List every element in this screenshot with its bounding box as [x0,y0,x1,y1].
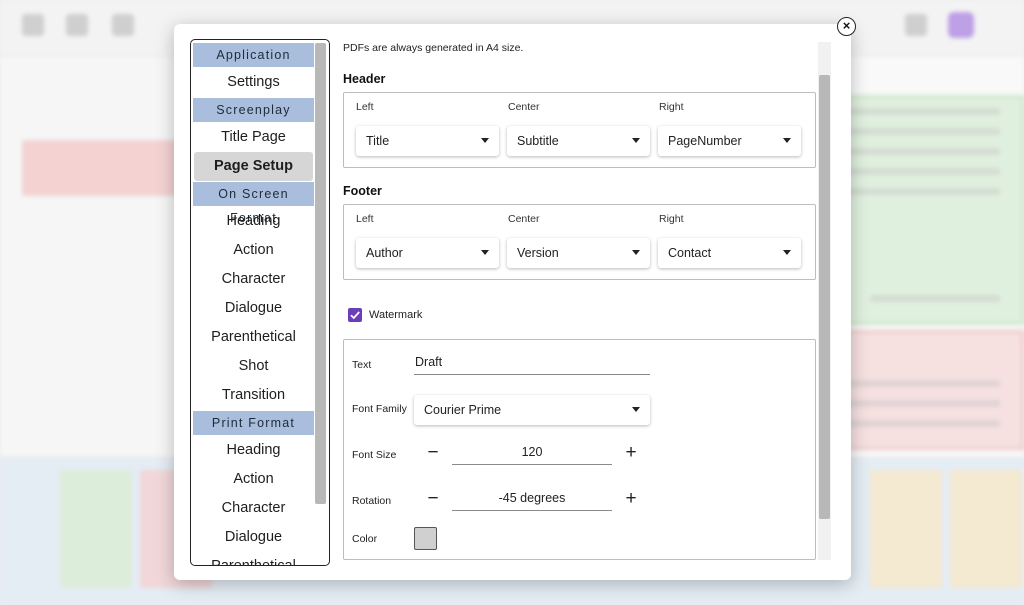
sidebar-item-print-format-parenthetical[interactable]: Parenthetical [193,552,314,565]
chevron-down-icon [632,407,640,412]
header-section-title: Header [343,72,386,86]
footer-left-value: Author [366,246,403,260]
footer-right-value: Contact [668,246,712,260]
sidebar-item-on-screen-format-transition[interactable]: Transition [193,381,314,410]
sidebar-item-application-settings[interactable]: Settings [193,68,314,97]
sidebar-list: Application Settings Screenplay Title Page P… [193,42,314,565]
footer-section-title: Footer [343,184,382,198]
sidebar-item-print-format-dialogue[interactable]: Dialogue [193,523,314,552]
font-family-label: Font Family [352,403,407,415]
header-right-value: PageNumber [668,134,742,148]
sidebar-item-screenplay-page-setup[interactable]: Page Setup [194,152,313,181]
sidebar-section-header: Print Format [193,411,314,435]
header-right-select[interactable]: PageNumber [658,126,801,156]
chevron-down-icon [632,138,640,143]
sidebar-item-on-screen-format-parenthetical[interactable]: Parenthetical [193,323,314,352]
checkmark-icon [350,311,360,320]
sidebar-section-header: On Screen Format [193,182,314,225]
sidebar-item-screenplay-title-page[interactable]: Title Page [193,123,314,152]
sidebar-item-print-format-heading[interactable]: Heading [193,436,314,465]
rotation-input[interactable]: -45 degrees [452,487,612,511]
header-center-label: Center [508,101,540,113]
chevron-down-icon [783,138,791,143]
sidebar-item-print-format-character[interactable]: Character [193,494,314,523]
sidebar-section-header: Application [193,43,314,67]
sidebar-item-on-screen-format-character[interactable]: Character [193,265,314,294]
font-size-label: Font Size [352,449,397,461]
chevron-down-icon [783,250,791,255]
sidebar-item-print-format-action[interactable]: Action [193,465,314,494]
watermark-text-label: Text [352,359,372,371]
chevron-down-icon [481,250,489,255]
footer-center-value: Version [517,246,559,260]
watermark-label: Watermark [369,309,423,321]
font-family-select[interactable]: Courier Prime [414,395,650,425]
chevron-down-icon [481,138,489,143]
footer-left-label: Left [356,213,374,225]
header-right-label: Right [659,101,684,113]
settings-sidebar: Application Settings Screenplay Title Page P… [190,39,330,566]
sidebar-scrollbar[interactable] [315,43,326,504]
font-size-decrement-button[interactable]: − [424,443,442,462]
sidebar-section-header: Screenplay [193,98,314,122]
font-size-input[interactable]: 120 [452,441,612,465]
color-label: Color [352,533,378,545]
rotation-increment-button[interactable]: + [622,489,640,508]
sidebar-item-on-screen-format-dialogue[interactable]: Dialogue [193,294,314,323]
chevron-down-icon [632,250,640,255]
footer-center-select[interactable]: Version [507,238,650,268]
header-left-select[interactable]: Title [356,126,499,156]
header-left-label: Left [356,101,374,113]
watermark-color-swatch[interactable] [414,527,437,550]
page-setup-content: PDFs are always generated in A4 size. [343,42,817,54]
close-button[interactable]: × [837,17,856,36]
footer-center-label: Center [508,213,540,225]
watermark-text-input[interactable]: Draft [414,351,650,375]
pdf-size-note: PDFs are always generated in A4 size. [343,42,524,54]
header-left-value: Title [366,134,390,148]
content-scrollbar-thumb[interactable] [819,75,830,519]
header-center-select[interactable]: Subtitle [507,126,650,156]
header-center-value: Subtitle [517,134,559,148]
rotation-decrement-button[interactable]: − [424,489,442,508]
watermark-checkbox[interactable] [348,308,362,322]
footer-right-label: Right [659,213,684,225]
sidebar-item-on-screen-format-shot[interactable]: Shot [193,352,314,381]
rotation-label: Rotation [352,495,392,507]
footer-left-select[interactable]: Author [356,238,499,268]
sidebar-item-on-screen-format-heading[interactable]: Heading [193,207,314,236]
font-size-increment-button[interactable]: + [622,443,640,462]
font-family-value: Courier Prime [424,403,502,417]
sidebar-item-on-screen-format-action[interactable]: Action [193,236,314,265]
footer-right-select[interactable]: Contact [658,238,801,268]
